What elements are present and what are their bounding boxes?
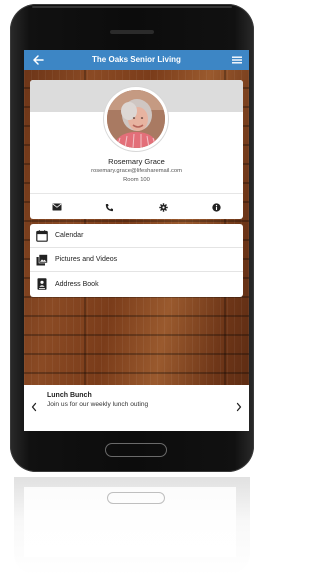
menu-item-address-book[interactable]: Address Book	[30, 272, 243, 296]
app-title: The Oaks Senior Living	[92, 55, 181, 64]
home-button[interactable]	[105, 443, 167, 457]
menu-item-label: Calendar	[55, 232, 84, 239]
photo-icon	[36, 253, 48, 265]
app-bar: The Oaks Senior Living	[24, 50, 249, 70]
menu-item-calendar[interactable]: Calendar	[30, 224, 243, 248]
profile-actions	[30, 193, 243, 219]
announcement-text: Join us for our weekly lunch outing	[47, 401, 149, 408]
arrow-left-icon[interactable]	[30, 52, 46, 68]
announcement-title: Lunch Bunch	[47, 392, 92, 399]
speaker-grille	[110, 30, 154, 34]
hamburger-menu-icon[interactable]	[230, 53, 244, 67]
menu-item-label: Pictures and Videos	[55, 256, 118, 263]
envelope-icon	[52, 203, 62, 211]
avatar	[104, 87, 168, 151]
app-screen: The Oaks Senior Living Rosemary Grace ro…	[24, 50, 249, 431]
avatar-photo	[107, 90, 165, 148]
profile-card: Rosemary Grace rosemary.grace@lifesharem…	[30, 80, 243, 219]
gear-icon	[158, 202, 168, 212]
profile-email: rosemary.grace@lifesharemail.com	[91, 168, 182, 174]
menu-list: Calendar Pictures and Videos Address Boo…	[30, 224, 243, 297]
email-button[interactable]	[30, 194, 83, 219]
profile-room: Room 100	[123, 177, 150, 183]
menu-item-pictures[interactable]: Pictures and Videos	[30, 248, 243, 272]
chevron-right-icon[interactable]	[235, 402, 243, 412]
menu-item-label: Address Book	[55, 280, 99, 288]
calendar-icon	[36, 229, 48, 242]
phone-icon	[106, 203, 114, 211]
phone-top-edge	[32, 6, 232, 8]
profile-name: Rosemary Grace	[108, 157, 165, 166]
chevron-left-icon[interactable]	[30, 402, 38, 412]
info-icon	[212, 202, 221, 212]
settings-button[interactable]	[137, 194, 190, 219]
address-book-icon	[37, 278, 47, 290]
info-button[interactable]	[190, 194, 243, 219]
phone-button[interactable]	[83, 194, 136, 219]
home-button-reflection	[107, 492, 165, 504]
announcement-carousel: Lunch Bunch Join us for our weekly lunch…	[24, 385, 249, 431]
